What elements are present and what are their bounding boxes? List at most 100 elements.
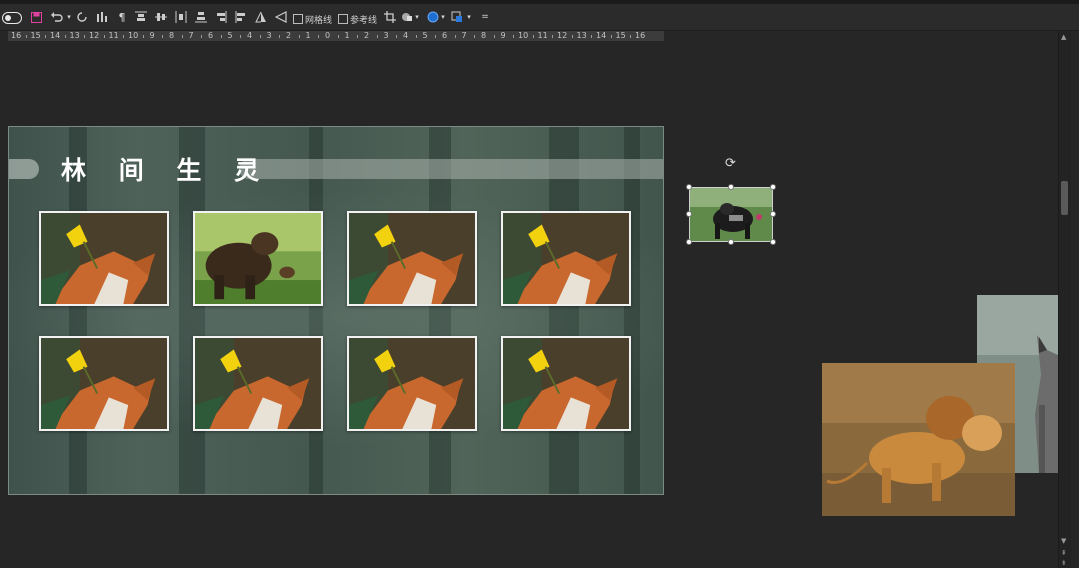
slide-canvas[interactable]: 林 间 生 灵 <box>8 126 664 495</box>
ruler-tick <box>142 35 144 38</box>
outline-color-dropdown-icon[interactable]: ▾ <box>466 10 472 24</box>
ruler-tick <box>376 35 378 38</box>
ruler-tick <box>103 35 105 38</box>
bar-align-icon[interactable] <box>95 10 109 24</box>
ruler-tick <box>630 35 632 38</box>
ruler-label: 1 <box>305 31 311 40</box>
guides-checkbox[interactable] <box>338 14 348 24</box>
align-top-icon[interactable] <box>134 10 148 24</box>
horizontal-ruler: 16 15 14 13 12 11 10 9 8 7 6 5 4 3 2 1 0 1 2 3 4 5 6 7 8 9 10 11 12 1… <box>8 31 664 41</box>
ruler-tick <box>25 35 27 38</box>
crop-icon[interactable] <box>383 10 397 24</box>
selection-frame <box>689 187 773 242</box>
color-picker-dropdown-icon[interactable]: ▾ <box>440 10 446 24</box>
ruler-tick <box>318 35 320 38</box>
resize-handle[interactable] <box>770 211 776 217</box>
title-bar-left <box>9 159 39 179</box>
outline-color-icon[interactable] <box>450 10 464 24</box>
prev-slide-icon[interactable]: ⇞ <box>1061 549 1067 557</box>
ruler-label: 4 <box>403 31 409 40</box>
ruler-tick <box>298 35 300 38</box>
ruler-label: 5 <box>227 31 233 40</box>
ruler-tick <box>337 35 339 38</box>
resize-handle[interactable] <box>770 184 776 190</box>
fox-photo[interactable] <box>501 211 631 306</box>
ruler-tick <box>591 35 593 38</box>
ruler-tick <box>474 35 476 38</box>
ruler-label: 13 <box>69 31 80 40</box>
ruler-tick <box>45 35 47 38</box>
resize-handle[interactable] <box>728 184 734 190</box>
ruler-tick <box>201 35 203 38</box>
bear-photo[interactable] <box>193 211 323 306</box>
ruler-label: 2 <box>286 31 292 40</box>
distribute-icon[interactable] <box>174 10 188 24</box>
ruler-label: 11 <box>108 31 119 40</box>
ruler-tick <box>240 35 242 38</box>
ruler-label: 14 <box>596 31 607 40</box>
ruler-tick <box>64 35 66 38</box>
gridlines-checkbox[interactable] <box>293 14 303 24</box>
resize-handle[interactable] <box>686 184 692 190</box>
align-right-icon[interactable] <box>214 10 228 24</box>
undo-dropdown-icon[interactable]: ▾ <box>66 10 72 24</box>
ruler-label: 3 <box>383 31 389 40</box>
resize-handle[interactable] <box>770 239 776 245</box>
ruler-label: 5 <box>422 31 428 40</box>
next-slide-icon[interactable]: ⇟ <box>1061 559 1067 567</box>
ruler-tick <box>181 35 183 38</box>
resize-handle[interactable] <box>686 211 692 217</box>
resize-handle[interactable] <box>686 239 692 245</box>
ruler-label: 16 <box>11 31 22 40</box>
rotate-handle-icon[interactable]: ⟳ <box>725 157 736 171</box>
fox-photo[interactable] <box>39 211 169 306</box>
shape-fill-dropdown-icon[interactable]: ▾ <box>414 10 420 24</box>
scroll-up-icon[interactable]: ▲ <box>1061 33 1066 41</box>
redo-icon[interactable] <box>75 10 89 24</box>
ruler-label: 7 <box>461 31 467 40</box>
color-picker-icon[interactable] <box>426 10 440 24</box>
ruler-tick <box>84 35 86 38</box>
fox-photo[interactable] <box>39 336 169 431</box>
flip-vertical-icon[interactable] <box>254 10 268 24</box>
quick-toolbar: ▾ ¶ 网格线 参考线 ▾ ▾ ▾ = <box>0 4 1079 31</box>
title-bar-right <box>239 159 663 179</box>
ruler-label: 11 <box>537 31 548 40</box>
lions-photo[interactable] <box>822 363 1015 516</box>
scrollbar-thumb[interactable] <box>1061 181 1068 215</box>
fox-photo[interactable] <box>501 336 631 431</box>
fox-photo[interactable] <box>193 336 323 431</box>
slide-title[interactable]: 林 间 生 灵 <box>61 151 271 187</box>
ruler-tick <box>552 35 554 38</box>
save-icon[interactable] <box>30 10 42 24</box>
ruler-tick <box>435 35 437 38</box>
ruler-tick <box>162 35 164 38</box>
paragraph-icon[interactable]: ¶ <box>115 10 129 24</box>
ruler-tick <box>571 35 573 38</box>
ruler-label: 12 <box>89 31 100 40</box>
align-left-icon[interactable] <box>234 10 248 24</box>
align-middle-icon[interactable] <box>154 10 168 24</box>
ruler-label: 16 <box>635 31 646 40</box>
align-bottom-icon[interactable] <box>194 10 208 24</box>
ruler-label: 9 <box>149 31 155 40</box>
ruler-tick <box>610 35 612 38</box>
more-options-icon[interactable]: = <box>480 10 490 24</box>
gridlines-label: 网格线 <box>305 16 333 26</box>
toggle-switch[interactable] <box>2 12 22 24</box>
ruler-tick <box>357 35 359 38</box>
flip-horizontal-icon[interactable] <box>274 10 288 24</box>
ruler-tick <box>259 35 261 38</box>
fox-photo[interactable] <box>347 211 477 306</box>
resize-handle[interactable] <box>728 239 734 245</box>
scroll-down-icon[interactable]: ▼ <box>1061 537 1066 545</box>
ruler-label: 2 <box>364 31 370 40</box>
ruler-label: 13 <box>576 31 587 40</box>
vertical-scrollbar[interactable]: ▲ ▼ ⇞ ⇟ <box>1058 31 1071 568</box>
undo-icon[interactable] <box>49 10 65 24</box>
ruler-tick <box>415 35 417 38</box>
shape-fill-icon[interactable] <box>400 10 414 24</box>
ruler-label: 10 <box>518 31 529 40</box>
fox-photo[interactable] <box>347 336 477 431</box>
ruler-label: 9 <box>500 31 506 40</box>
